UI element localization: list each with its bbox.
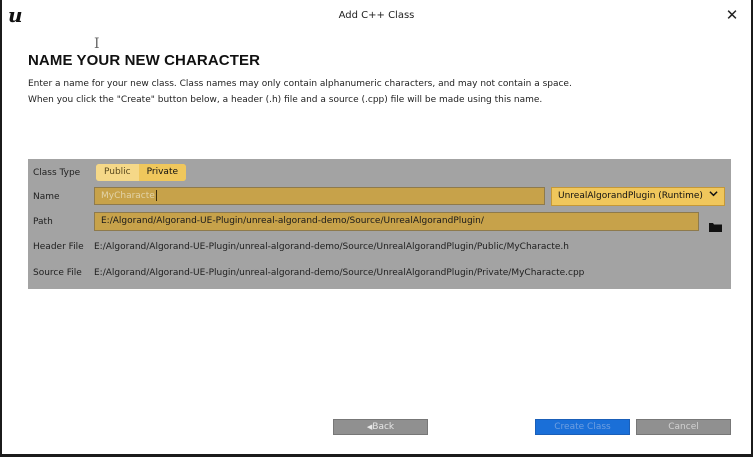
header-file-path: E:/Algorand/Algorand-UE-Plugin/unreal-al… xyxy=(94,242,569,252)
class-type-private-option[interactable]: Private xyxy=(138,164,187,181)
path-label: Path xyxy=(33,217,53,227)
cancel-button[interactable]: Cancel xyxy=(636,419,731,435)
create-class-button[interactable]: Create Class xyxy=(535,419,630,435)
chevron-down-icon xyxy=(709,188,718,205)
name-label: Name xyxy=(33,192,60,202)
header-file-label: Header File xyxy=(33,242,84,252)
class-name-input[interactable]: MyCharacte xyxy=(94,187,545,205)
text-cursor-icon: I xyxy=(94,36,100,52)
class-settings-panel: Class Type Public Private Name MyCharact… xyxy=(28,159,731,289)
description-line-2: When you click the "Create" button below… xyxy=(28,95,543,105)
class-type-toggle[interactable]: Public Private xyxy=(96,164,187,181)
back-button[interactable]: ◀Back xyxy=(333,419,428,435)
module-dropdown-value: UnrealAlgorandPlugin (Runtime) xyxy=(558,191,703,201)
source-file-label: Source File xyxy=(33,268,82,278)
page-heading: NAME YOUR NEW CHARACTER xyxy=(28,52,261,69)
close-button[interactable]: ✕ xyxy=(723,5,741,25)
path-input[interactable]: E:/Algorand/Algorand-UE-Plugin/unreal-al… xyxy=(94,212,699,231)
class-type-public-option[interactable]: Public xyxy=(96,164,139,181)
text-caret xyxy=(155,190,157,201)
folder-icon[interactable] xyxy=(709,217,722,232)
source-file-path: E:/Algorand/Algorand-UE-Plugin/unreal-al… xyxy=(94,268,585,278)
description-line-1: Enter a name for your new class. Class n… xyxy=(28,79,572,89)
add-cpp-class-window: u Add C++ Class ✕ I NAME YOUR NEW CHARAC… xyxy=(0,0,753,457)
back-button-label: Back xyxy=(372,422,395,432)
class-type-label: Class Type xyxy=(33,168,81,178)
class-name-value: MyCharacte xyxy=(101,191,155,201)
window-title: Add C++ Class xyxy=(338,10,415,21)
title-bar[interactable]: u Add C++ Class ✕ xyxy=(2,0,751,32)
module-dropdown[interactable]: UnrealAlgorandPlugin (Runtime) xyxy=(551,187,725,206)
